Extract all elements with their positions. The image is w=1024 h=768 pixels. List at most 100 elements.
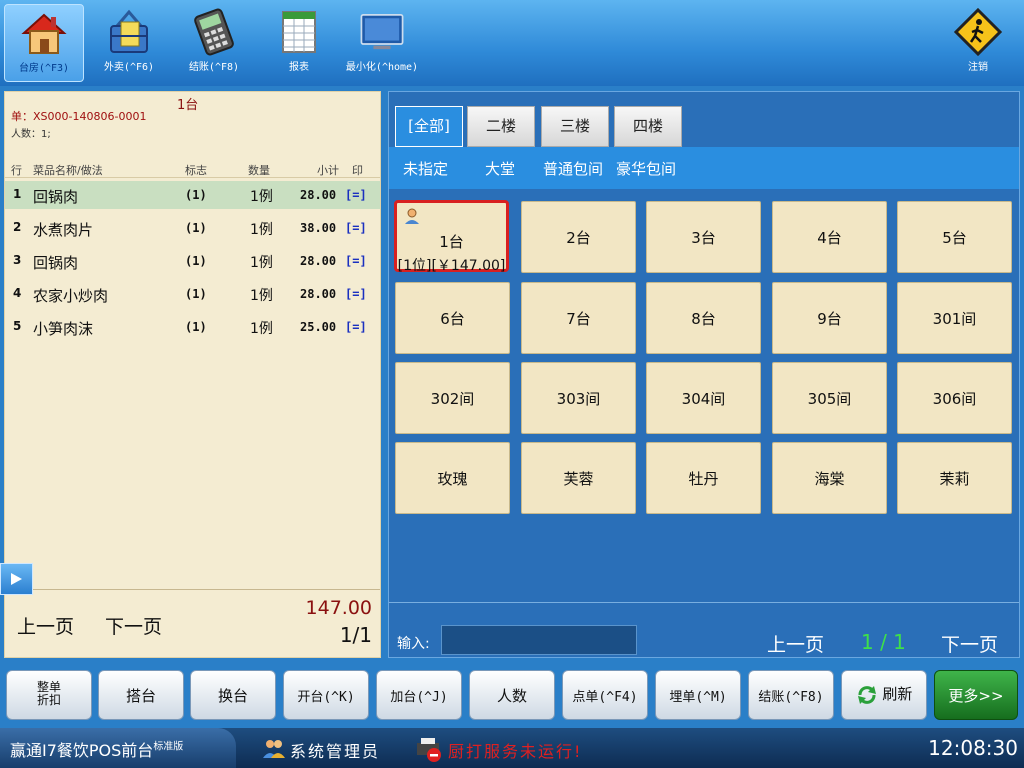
table-tile[interactable]: 306间: [897, 362, 1012, 434]
table-name: 2台: [566, 229, 591, 247]
refresh-button[interactable]: 刷新: [841, 670, 927, 720]
item-name: 水煮肉片: [33, 221, 94, 239]
order-total: 147.00: [305, 597, 372, 619]
toolbar-delivery-button[interactable]: 外卖(^F6): [89, 4, 169, 82]
order-item-row[interactable]: 4 农家小炒肉 (1) 1例 28.00 [=]: [5, 280, 380, 308]
area-standard-room[interactable]: 普通包间: [543, 158, 603, 179]
tables-panel: [全部] 二楼 三楼 四楼 未指定 大堂 普通包间 豪华包间 1台 [1位][￥…: [388, 91, 1020, 658]
table-name: 9台: [817, 310, 842, 328]
play-arrow-icon: [11, 573, 22, 585]
table-tile[interactable]: 8台: [646, 282, 761, 354]
expand-panel-button[interactable]: [0, 563, 33, 595]
order-items-header: 行 菜品名称/做法 标志 数量 小计 印: [5, 162, 380, 178]
table-tile[interactable]: 1台 [1位][￥147.00]: [394, 200, 509, 274]
order-next-page[interactable]: 下一页: [105, 612, 162, 639]
order-prev-page[interactable]: 上一页: [17, 612, 74, 639]
table-tile[interactable]: 海棠: [772, 442, 887, 514]
whole-bill-discount-button[interactable]: 整单 折扣: [6, 670, 92, 720]
table-name: 茉莉: [939, 470, 970, 488]
table-tile[interactable]: 301间: [897, 282, 1012, 354]
monitor-icon: [358, 8, 406, 56]
table-search-input[interactable]: [441, 625, 637, 655]
item-qty: 1例: [250, 189, 273, 205]
item-subtotal: 38.00: [300, 221, 337, 235]
table-name: 海棠: [814, 470, 845, 488]
bill-button[interactable]: 埋单(^M): [655, 670, 741, 720]
toolbar-minimize-button[interactable]: 最小化(^home): [342, 4, 422, 82]
clock: 12:08:30: [928, 736, 1018, 760]
order-dishes-button[interactable]: 点单(^F4): [562, 670, 648, 720]
item-qty: 1例: [250, 288, 273, 304]
table-tile[interactable]: 茉莉: [897, 442, 1012, 514]
table-tile[interactable]: 305间: [772, 362, 887, 434]
whole-bill-discount-line2: 折扣: [36, 693, 61, 707]
tables-next-page[interactable]: 下一页: [941, 630, 998, 657]
table-name: 301间: [932, 310, 977, 328]
table-name: 玫瑰: [437, 470, 468, 488]
order-item-row[interactable]: 1 回锅肉 (1) 1例 28.00 [=]: [5, 181, 380, 209]
top-toolbar: 台房(^F3) 外卖(^F6) 结账(^F8) 报表 最小化(^home) 注销: [0, 0, 1024, 86]
users-icon: [263, 740, 285, 758]
table-tile[interactable]: 6台: [395, 282, 510, 354]
order-item-row[interactable]: 5 小笋肉沫 (1) 1例 25.00 [=]: [5, 313, 380, 341]
item-flag: (1): [185, 254, 207, 268]
item-index: 2: [13, 220, 22, 234]
order-page-indicator: 1/1: [339, 623, 372, 647]
item-subtotal: 28.00: [300, 287, 337, 301]
area-filter-bar: [389, 147, 1019, 189]
order-table-name: 1台: [177, 98, 199, 113]
item-print-status: [=]: [345, 320, 367, 334]
tab-floor-2[interactable]: 二楼: [467, 106, 535, 147]
table-tile[interactable]: 5台: [897, 201, 1012, 273]
table-tile[interactable]: 4台: [772, 201, 887, 273]
table-tile[interactable]: 9台: [772, 282, 887, 354]
item-flag: (1): [185, 320, 207, 334]
table-tile[interactable]: 302间: [395, 362, 510, 434]
table-name: 1台: [439, 233, 464, 251]
switch-table-button[interactable]: 换台: [190, 670, 276, 720]
toolbar-report-label: 报表: [289, 62, 309, 73]
table-tile[interactable]: 2台: [521, 201, 636, 273]
order-divider: [5, 589, 380, 590]
table-tile[interactable]: 3台: [646, 201, 761, 273]
table-name: 7台: [566, 310, 591, 328]
table-tile[interactable]: 牡丹: [646, 442, 761, 514]
input-label: 输入:: [397, 636, 430, 652]
more-button[interactable]: 更多>>: [934, 670, 1018, 720]
logout-button[interactable]: 注销: [938, 4, 1018, 82]
area-luxury-room[interactable]: 豪华包间: [616, 158, 676, 179]
brand-edition: 标准版: [153, 741, 184, 753]
table-tile[interactable]: 玫瑰: [395, 442, 510, 514]
item-print-status: [=]: [345, 188, 367, 202]
checkout-button[interactable]: 结账(^F8): [748, 670, 834, 720]
order-item-row[interactable]: 3 回锅肉 (1) 1例 28.00 [=]: [5, 247, 380, 275]
toolbar-minimize-label: 最小化(^home): [345, 62, 419, 73]
table-tile[interactable]: 304间: [646, 362, 761, 434]
tab-all-floors[interactable]: [全部]: [395, 106, 463, 147]
table-name: 304间: [681, 390, 726, 408]
table-tile[interactable]: 芙蓉: [521, 442, 636, 514]
area-unassigned[interactable]: 未指定: [403, 158, 448, 179]
table-tile[interactable]: 303间: [521, 362, 636, 434]
add-table-button[interactable]: 加台(^J): [376, 670, 462, 720]
table-tile[interactable]: 7台: [521, 282, 636, 354]
tab-floor-4[interactable]: 四楼: [614, 106, 682, 147]
order-item-row[interactable]: 2 水煮肉片 (1) 1例 38.00 [=]: [5, 214, 380, 242]
brand-title: 赢通I7餐饮POS前台标准版: [0, 728, 236, 768]
area-hall[interactable]: 大堂: [485, 158, 515, 179]
people-count-button[interactable]: 人数: [469, 670, 555, 720]
toolbar-delivery-label: 外卖(^F6): [103, 62, 155, 73]
item-name: 农家小炒肉: [33, 287, 109, 305]
share-table-button[interactable]: 搭台: [98, 670, 184, 720]
toolbar-tables-button[interactable]: 台房(^F3): [4, 4, 84, 82]
toolbar-report-button[interactable]: 报表: [259, 4, 339, 82]
tables-prev-page[interactable]: 上一页: [767, 630, 824, 657]
header-row: 行: [11, 164, 22, 177]
item-subtotal: 25.00: [300, 320, 337, 334]
open-table-button[interactable]: 开台(^K): [283, 670, 369, 720]
tab-floor-3[interactable]: 三楼: [541, 106, 609, 147]
item-index: 1: [13, 187, 22, 201]
table-name: 8台: [691, 310, 716, 328]
item-subtotal: 28.00: [300, 254, 337, 268]
toolbar-checkout-button[interactable]: 结账(^F8): [174, 4, 254, 82]
